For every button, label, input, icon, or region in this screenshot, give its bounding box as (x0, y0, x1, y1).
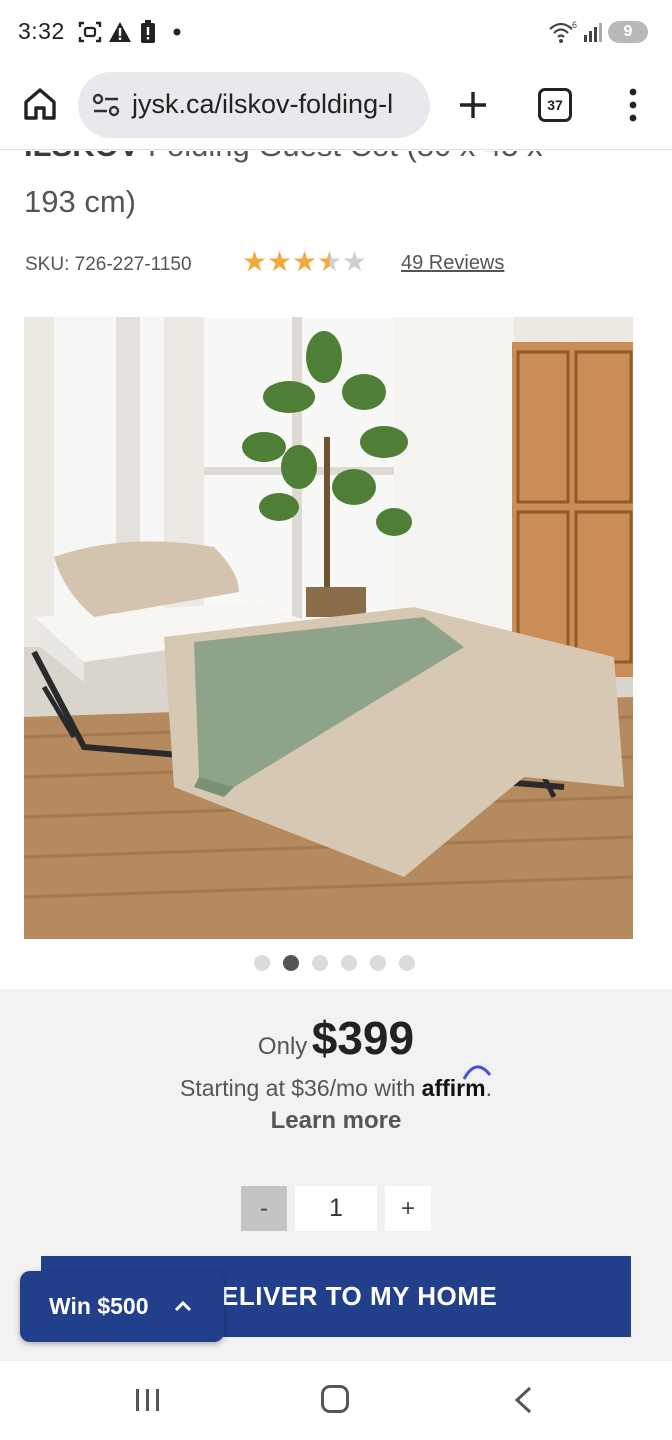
carousel-dot[interactable] (312, 955, 328, 971)
financing-line: Starting at $36/mo with affirm. (0, 1065, 672, 1102)
carousel-dot[interactable] (254, 955, 270, 971)
star-icon: ★ (317, 246, 343, 277)
battery-alert-icon (141, 20, 155, 43)
price-value: $399 (311, 1012, 415, 1064)
system-nav-bar (0, 1361, 672, 1440)
svg-text:6: 6 (572, 20, 577, 30)
affirm-arc-icon (462, 1065, 491, 1080)
wifi-icon: 6 (549, 20, 577, 43)
status-bar: 3:32 6 9 (0, 0, 672, 64)
site-settings-icon[interactable] (92, 92, 120, 118)
star-icon: ★ (292, 246, 318, 277)
quantity-decrease-button[interactable]: - (241, 1186, 287, 1231)
menu-icon[interactable] (624, 86, 642, 124)
address-bar[interactable]: jysk.ca/ilskov-folding-l (78, 72, 430, 138)
reviews-link[interactable]: 49 Reviews (401, 252, 504, 275)
product-photo (24, 317, 633, 939)
price-line: Only $399 (0, 1011, 672, 1065)
status-time: 3:32 (18, 18, 65, 44)
carousel-dot[interactable] (370, 955, 386, 971)
back-icon[interactable] (512, 1385, 534, 1415)
learn-more-link[interactable]: Learn more (0, 1107, 672, 1135)
win-500-button[interactable]: Win $500 (20, 1271, 224, 1342)
screenshot-icon (78, 21, 102, 43)
financing-text: Starting at $36/mo with (180, 1075, 416, 1101)
product-title-line2: 193 cm) (24, 184, 136, 219)
chevron-up-icon (174, 1300, 192, 1312)
quantity-increase-button[interactable]: + (385, 1186, 431, 1231)
win-label: Win $500 (49, 1293, 149, 1319)
carousel-dot[interactable] (399, 955, 415, 971)
sku: SKU: 726-227-1150 (25, 254, 192, 275)
warning-icon (109, 22, 131, 42)
home-icon[interactable] (20, 84, 60, 124)
title-clip: ILSKOV Folding Guest Cot (80 x 45 x (0, 151, 672, 181)
battery-level: 9 (608, 21, 648, 43)
star-icon: ★ (242, 246, 268, 277)
browser-toolbar: jysk.ca/ilskov-folding-l 37 (0, 64, 672, 150)
carousel-dot[interactable] (341, 955, 357, 971)
signal-icon (584, 23, 602, 42)
rating-stars: ★ ★ ★ ★ ★ (242, 248, 367, 278)
new-tab-icon[interactable] (456, 88, 490, 122)
star-icon: ★ (342, 246, 368, 277)
price-prefix: Only (257, 1033, 308, 1060)
quantity-input[interactable]: 1 (295, 1186, 377, 1231)
recents-icon[interactable] (134, 1387, 162, 1413)
carousel-dots (254, 955, 415, 971)
nav-home-icon[interactable] (321, 1385, 349, 1413)
affirm-logo: affirm (422, 1065, 491, 1101)
star-icon: ★ (267, 246, 293, 277)
tabs-button[interactable]: 37 (538, 88, 572, 122)
carousel-dot[interactable] (283, 955, 299, 971)
url-text[interactable]: jysk.ca/ilskov-folding-l (132, 89, 393, 120)
product-image[interactable] (24, 317, 633, 939)
product-title-line1: ILSKOV Folding Guest Cot (80 x 45 x (24, 151, 543, 164)
dot-icon (173, 28, 181, 36)
